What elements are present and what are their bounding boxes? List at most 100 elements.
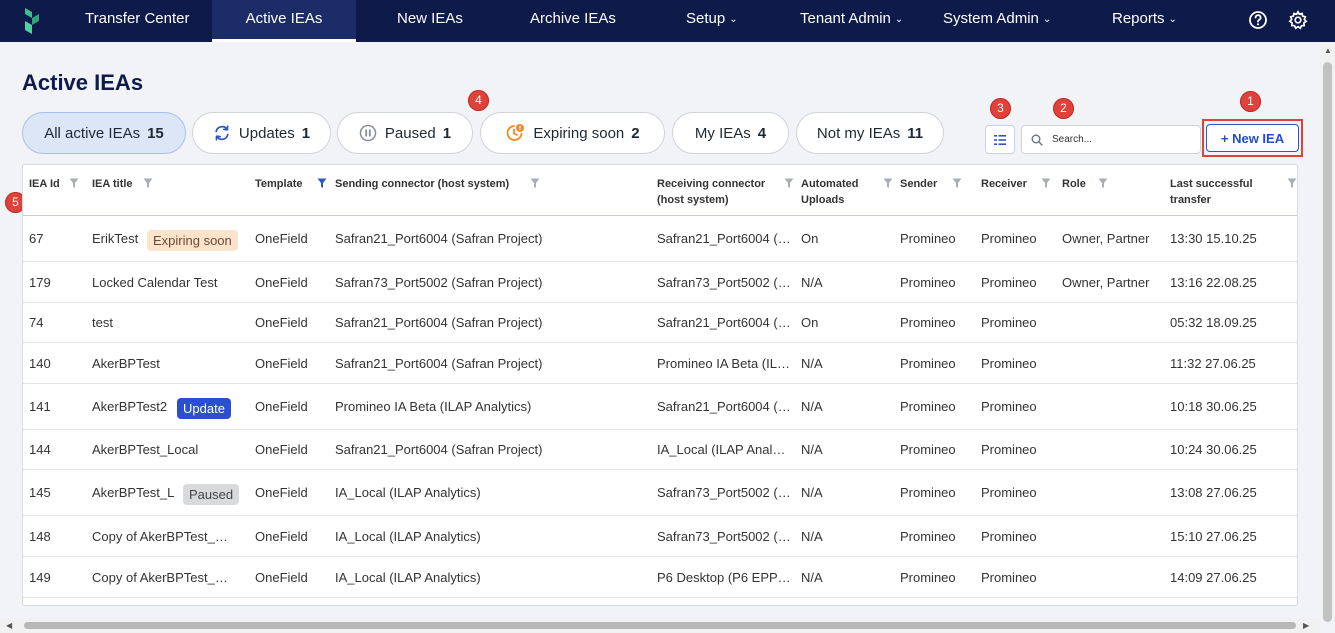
tab-count: 4 (757, 124, 767, 142)
tab-label: All active IEAs (44, 124, 141, 142)
scroll-right-arrow-icon[interactable]: ▶ (1303, 621, 1309, 630)
new-iea-button[interactable]: + New IEA (1206, 124, 1299, 152)
vertical-scrollbar[interactable]: ▲ (1320, 42, 1335, 622)
annotation-marker-1: 1 (1240, 91, 1261, 112)
column-header-role[interactable]: Role (1062, 165, 1162, 215)
cell-iea-title[interactable]: Copy of AkerBPTest_Local (92, 570, 234, 585)
column-chooser-button[interactable] (985, 125, 1015, 154)
cell-iea-title[interactable]: AkerBPTest2 (92, 399, 173, 414)
cell-receiver: Promineo (981, 442, 1037, 457)
column-header-label: Receiving connector (host system) (657, 176, 765, 208)
cell-iea-id: 145 (29, 485, 51, 500)
filter-icon[interactable] (952, 178, 962, 189)
filter-icon[interactable] (784, 178, 794, 189)
scroll-up-arrow-icon[interactable]: ▲ (1324, 46, 1332, 55)
column-header-template[interactable]: Template (255, 165, 330, 215)
scroll-left-arrow-icon[interactable]: ◀ (6, 621, 12, 630)
column-header-iea-id[interactable]: IEA Id (29, 165, 79, 215)
column-chooser-icon (994, 134, 1006, 145)
table-row[interactable]: 67 ErikTest OneField Safran21_Port6004 (Saf… (23, 215, 1297, 262)
cell-iea-title[interactable]: AkerBPTest_Local (92, 442, 234, 457)
tab-updates[interactable]: Updates 1 (192, 112, 331, 154)
horizontal-scrollbar[interactable]: ◀ ▶ (0, 618, 1320, 633)
cell-sending-connector: Safran21_Port6004 (Safran Project) (335, 315, 543, 330)
table-row[interactable]: 140 AkerBPTest OneField Safran21_Port6004 (… (23, 343, 1297, 384)
cell-iea-title[interactable]: test (92, 315, 234, 330)
cell-receiver: Promineo (981, 315, 1037, 330)
horizontal-scroll-thumb[interactable] (24, 622, 1296, 629)
filter-icon[interactable] (1041, 178, 1051, 189)
column-header-receiving-connector[interactable]: Receiving connector (host system) (657, 165, 787, 215)
filter-icon[interactable] (317, 178, 327, 189)
nav-reports[interactable]: Reports ⌄ (1112, 0, 1177, 42)
app-logo-icon[interactable] (22, 8, 42, 34)
column-header-line-2: transfer (1170, 194, 1211, 206)
cell-sending-connector: Safran21_Port6004 (Safran Project) (335, 442, 543, 457)
filter-icon[interactable] (1098, 178, 1108, 189)
nav-tenant-admin[interactable]: Tenant Admin ⌄ (800, 0, 903, 42)
vertical-scroll-thumb[interactable] (1323, 62, 1332, 622)
nav-new-ieas[interactable]: New IEAs (397, 0, 463, 42)
tab-my-ieas[interactable]: My IEAs 4 (672, 112, 789, 154)
filter-icon[interactable] (530, 178, 540, 189)
filter-icon[interactable] (69, 178, 79, 189)
tab-all-active-ieas[interactable]: All active IEAs 15 (22, 112, 186, 154)
chevron-down-icon: ⌄ (894, 14, 904, 25)
expiring-clock-icon (507, 124, 525, 141)
cell-iea-title[interactable]: ErikTest (92, 231, 143, 246)
column-header-label: Automated Uploads (801, 176, 858, 208)
tab-not-my-ieas[interactable]: Not my IEAs 11 (796, 112, 944, 154)
cell-role: Owner, Partner (1062, 231, 1150, 246)
pause-icon (359, 124, 377, 142)
table-row[interactable]: 145 AkerBPTest_L OneField IA_Local (ILAP An… (23, 470, 1297, 516)
table-row[interactable]: 179 Locked Calendar Test OneField Safran73_… (23, 262, 1297, 303)
table-row[interactable]: 74 test OneField Safran21_Port6004 (Safran … (23, 303, 1297, 343)
column-header-receiver[interactable]: Receiver (981, 165, 1056, 215)
cell-receiving-connector: P6 Desktop (P6 EPPM) (657, 570, 791, 585)
search-input[interactable] (1052, 130, 1197, 149)
tab-count: 1 (442, 124, 452, 142)
column-header-label: Sender (900, 176, 937, 192)
tab-paused[interactable]: Paused 1 (337, 112, 473, 154)
table-row[interactable]: 148 Copy of AkerBPTest_Local OneField IA_Lo… (23, 516, 1297, 557)
cell-iea-title[interactable]: Locked Calendar Test (92, 275, 234, 290)
cell-iea-title[interactable]: AkerBPTest (92, 356, 234, 371)
nav-system-admin[interactable]: System Admin ⌄ (943, 0, 1051, 42)
table-row[interactable]: 141 AkerBPTest2 OneField Promineo IA Beta (… (23, 384, 1297, 430)
settings-gear-icon[interactable] (1288, 10, 1308, 30)
help-icon[interactable] (1248, 10, 1268, 30)
filter-icon[interactable] (883, 178, 893, 189)
cell-receiving-connector: IA_Local (ILAP Analytics) (657, 442, 791, 457)
table-row[interactable]: 149 Copy of AkerBPTest_Local OneField IA_Lo… (23, 557, 1297, 598)
column-header-last-successful-transfer[interactable]: Last successful transfer (1170, 165, 1280, 215)
filter-icon[interactable] (1287, 178, 1297, 189)
filter-icon[interactable] (143, 178, 153, 189)
nav-transfer-center[interactable]: Transfer Center (85, 0, 189, 42)
nav-setup[interactable]: Setup ⌄ (686, 0, 738, 42)
cell-receiving-connector: Safran73_Port5002 (Safran Project) (657, 485, 791, 500)
nav-active-ieas[interactable]: Active IEAs (212, 0, 356, 42)
cell-receiving-connector: Promineo IA Beta (ILAP Analytics) (657, 356, 791, 371)
cell-automated-uploads: N/A (801, 570, 823, 585)
tab-count: 11 (907, 124, 924, 142)
cell-automated-uploads: On (801, 231, 819, 246)
column-header-sender[interactable]: Sender (900, 165, 975, 215)
chevron-down-icon: ⌄ (1168, 14, 1177, 25)
cell-sending-connector: IA_Local (ILAP Analytics) (335, 529, 481, 544)
cell-sender: Promineo (900, 356, 956, 371)
tab-expiring-soon[interactable]: Expiring soon 2 (480, 112, 665, 154)
cell-receiver: Promineo (981, 529, 1037, 544)
cell-receiving-connector: Safran21_Port6004 (Safran Project) (657, 231, 791, 246)
table-row[interactable]: 144 AkerBPTest_Local OneField Safran21_Port… (23, 430, 1297, 470)
cell-iea-id: 74 (29, 315, 44, 330)
column-header-line-1: Receiver (981, 178, 1027, 190)
nav-archive-ieas[interactable]: Archive IEAs (530, 0, 616, 42)
column-header-sending-connector[interactable]: Sending connector (host system) (335, 165, 635, 215)
column-header-automated-uploads[interactable]: Automated Uploads (801, 165, 886, 215)
tab-label: Not my IEAs (816, 124, 901, 142)
search-box (1021, 125, 1201, 154)
nav-new-ieas-label: New IEAs (397, 10, 463, 27)
cell-iea-title[interactable]: Copy of AkerBPTest_Local (92, 529, 234, 544)
cell-iea-title[interactable]: AkerBPTest_L (92, 485, 179, 500)
column-header-iea-title[interactable]: IEA title (92, 165, 242, 215)
